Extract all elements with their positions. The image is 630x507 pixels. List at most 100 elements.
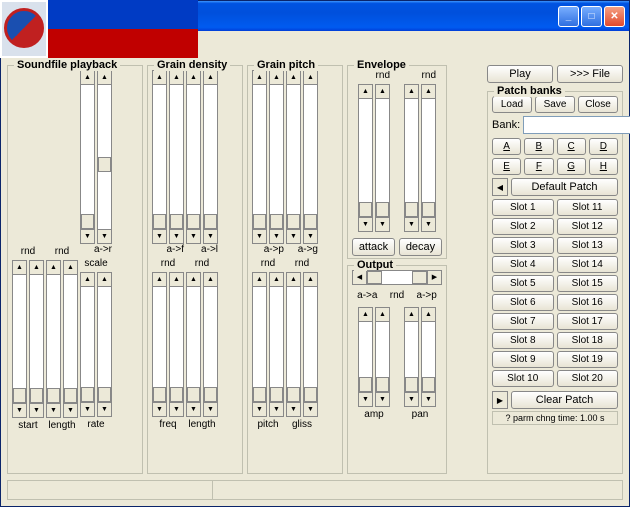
label-amp: amp (364, 409, 383, 422)
slider-length-rnd[interactable]: ▲▼ (63, 260, 78, 418)
bank-input[interactable] (523, 116, 630, 134)
bank-h[interactable]: H (589, 158, 618, 175)
slot-18-button[interactable]: Slot 18 (557, 332, 619, 349)
slider-amp-2[interactable]: ▲▼ (375, 307, 390, 407)
slot-2-button[interactable]: Slot 2 (492, 218, 554, 235)
bank-e[interactable]: E (492, 158, 521, 175)
slot-8-button[interactable]: Slot 8 (492, 332, 554, 349)
slider-freq-top-1[interactable]: ▲▼ (152, 70, 167, 244)
parm-change-time[interactable]: ? parm chng time: 1.00 s (492, 411, 618, 425)
slider-rate-main[interactable]: ▲▼ (80, 272, 95, 417)
slider-amp-1[interactable]: ▲▼ (358, 307, 373, 407)
slider-gliss-rnd[interactable]: ▲▼ (303, 272, 318, 417)
prev-patch-button[interactable]: ◀ (492, 178, 508, 196)
label-rate: rate (87, 419, 104, 432)
group-title-pitch: Grain pitch (254, 59, 318, 71)
slider-gliss-main[interactable]: ▲▼ (286, 272, 301, 417)
close-patch-button[interactable]: Close (578, 96, 618, 113)
slot-5-button[interactable]: Slot 5 (492, 275, 554, 292)
slot-16-button[interactable]: Slot 16 (557, 294, 619, 311)
label-rnd: rnd (161, 258, 175, 271)
slider-pitch-main[interactable]: ▲▼ (252, 272, 267, 417)
next-patch-button[interactable]: ▶ (492, 391, 508, 409)
group-title-patch: Patch banks (494, 85, 565, 97)
slot-7-button[interactable]: Slot 7 (492, 313, 554, 330)
slot-9-button[interactable]: Slot 9 (492, 351, 554, 368)
slider-gliss-top-1[interactable]: ▲▼ (286, 70, 301, 244)
slider-dlen-main[interactable]: ▲▼ (186, 272, 201, 417)
slot-10-button[interactable]: Slot 10 (492, 370, 554, 387)
label-dlength: length (188, 419, 215, 432)
load-button[interactable]: Load (492, 96, 532, 113)
slot-11-button[interactable]: Slot 11 (557, 199, 619, 216)
logo-overlay (0, 0, 198, 58)
slider-dlen-top-2[interactable]: ▲▼ (203, 70, 218, 244)
label-a-p: a->p (252, 244, 284, 257)
slider-freq-top-2[interactable]: ▲▼ (169, 70, 184, 244)
slider-pan-2[interactable]: ▲▼ (421, 307, 436, 407)
slider-pitch-top-1[interactable]: ▲▼ (252, 70, 267, 244)
slider-rate-top-1[interactable]: ▲▼ (80, 70, 95, 244)
slot-13-button[interactable]: Slot 13 (557, 237, 619, 254)
hslider-output[interactable]: ◀▶ (352, 270, 442, 285)
slider-rate-top-2[interactable]: ▲▼ (97, 70, 112, 244)
slider-length-main[interactable]: ▲▼ (46, 260, 61, 418)
label-length: length (48, 420, 75, 433)
slot-12-button[interactable]: Slot 12 (557, 218, 619, 235)
label-rnd: rnd (261, 258, 275, 271)
slider-start-main[interactable]: ▲▼ (12, 260, 27, 418)
slider-pitch-rnd[interactable]: ▲▼ (269, 272, 284, 417)
label-scale: scale (84, 258, 107, 271)
minimize-button[interactable]: _ (558, 6, 579, 27)
label-start: start (18, 420, 37, 433)
bank-a[interactable]: A (492, 138, 521, 155)
save-button[interactable]: Save (535, 96, 575, 113)
file-button[interactable]: >>> File (557, 65, 623, 83)
slot-1-button[interactable]: Slot 1 (492, 199, 554, 216)
slot-4-button[interactable]: Slot 4 (492, 256, 554, 273)
slider-pitch-top-2[interactable]: ▲▼ (269, 70, 284, 244)
default-patch-button[interactable]: Default Patch (511, 178, 618, 196)
bank-c[interactable]: C (557, 138, 586, 155)
slider-gliss-top-2[interactable]: ▲▼ (303, 70, 318, 244)
label-freq: freq (159, 419, 176, 432)
statusbar (7, 480, 623, 500)
slot-14-button[interactable]: Slot 14 (557, 256, 619, 273)
slot-6-button[interactable]: Slot 6 (492, 294, 554, 311)
slider-attack-2[interactable]: ▲▼ (375, 84, 390, 232)
clear-patch-button[interactable]: Clear Patch (511, 391, 618, 409)
slider-pan-1[interactable]: ▲▼ (404, 307, 419, 407)
maximize-button[interactable]: □ (581, 6, 602, 27)
slot-20-button[interactable]: Slot 20 (557, 370, 619, 387)
label-rnd: rnd (21, 246, 35, 259)
group-title-density: Grain density (154, 59, 230, 71)
close-button[interactable]: ✕ (604, 6, 625, 27)
bank-g[interactable]: G (557, 158, 586, 175)
slider-dlen-top-1[interactable]: ▲▼ (186, 70, 201, 244)
label-a-f: a->f (152, 244, 184, 257)
bank-d[interactable]: D (589, 138, 618, 155)
slot-17-button[interactable]: Slot 17 (557, 313, 619, 330)
slider-decay-1[interactable]: ▲▼ (404, 84, 419, 232)
play-button[interactable]: Play (487, 65, 553, 83)
attack-button[interactable]: attack (352, 238, 395, 256)
label-rnd: rnd (55, 246, 69, 259)
slider-start-rnd[interactable]: ▲▼ (29, 260, 44, 418)
slider-dlen-rnd[interactable]: ▲▼ (203, 272, 218, 417)
label-a-l: a->l (186, 244, 218, 257)
decay-button[interactable]: decay (399, 238, 442, 256)
slot-19-button[interactable]: Slot 19 (557, 351, 619, 368)
label-a-a: a->a (357, 290, 377, 303)
label-out-rnd: rnd (390, 290, 404, 303)
bank-f[interactable]: F (524, 158, 553, 175)
slider-decay-2[interactable]: ▲▼ (421, 84, 436, 232)
slider-rate-scale[interactable]: ▲▼ (97, 272, 112, 417)
slot-15-button[interactable]: Slot 15 (557, 275, 619, 292)
slider-attack-1[interactable]: ▲▼ (358, 84, 373, 232)
group-title-envelope: Envelope (354, 59, 409, 71)
bank-b[interactable]: B (524, 138, 553, 155)
slot-3-button[interactable]: Slot 3 (492, 237, 554, 254)
group-output: Output ◀▶ a->a rnd a->p ▲▼ ▲▼ (347, 265, 447, 474)
slider-freq-rnd[interactable]: ▲▼ (169, 272, 184, 417)
slider-freq-main[interactable]: ▲▼ (152, 272, 167, 417)
